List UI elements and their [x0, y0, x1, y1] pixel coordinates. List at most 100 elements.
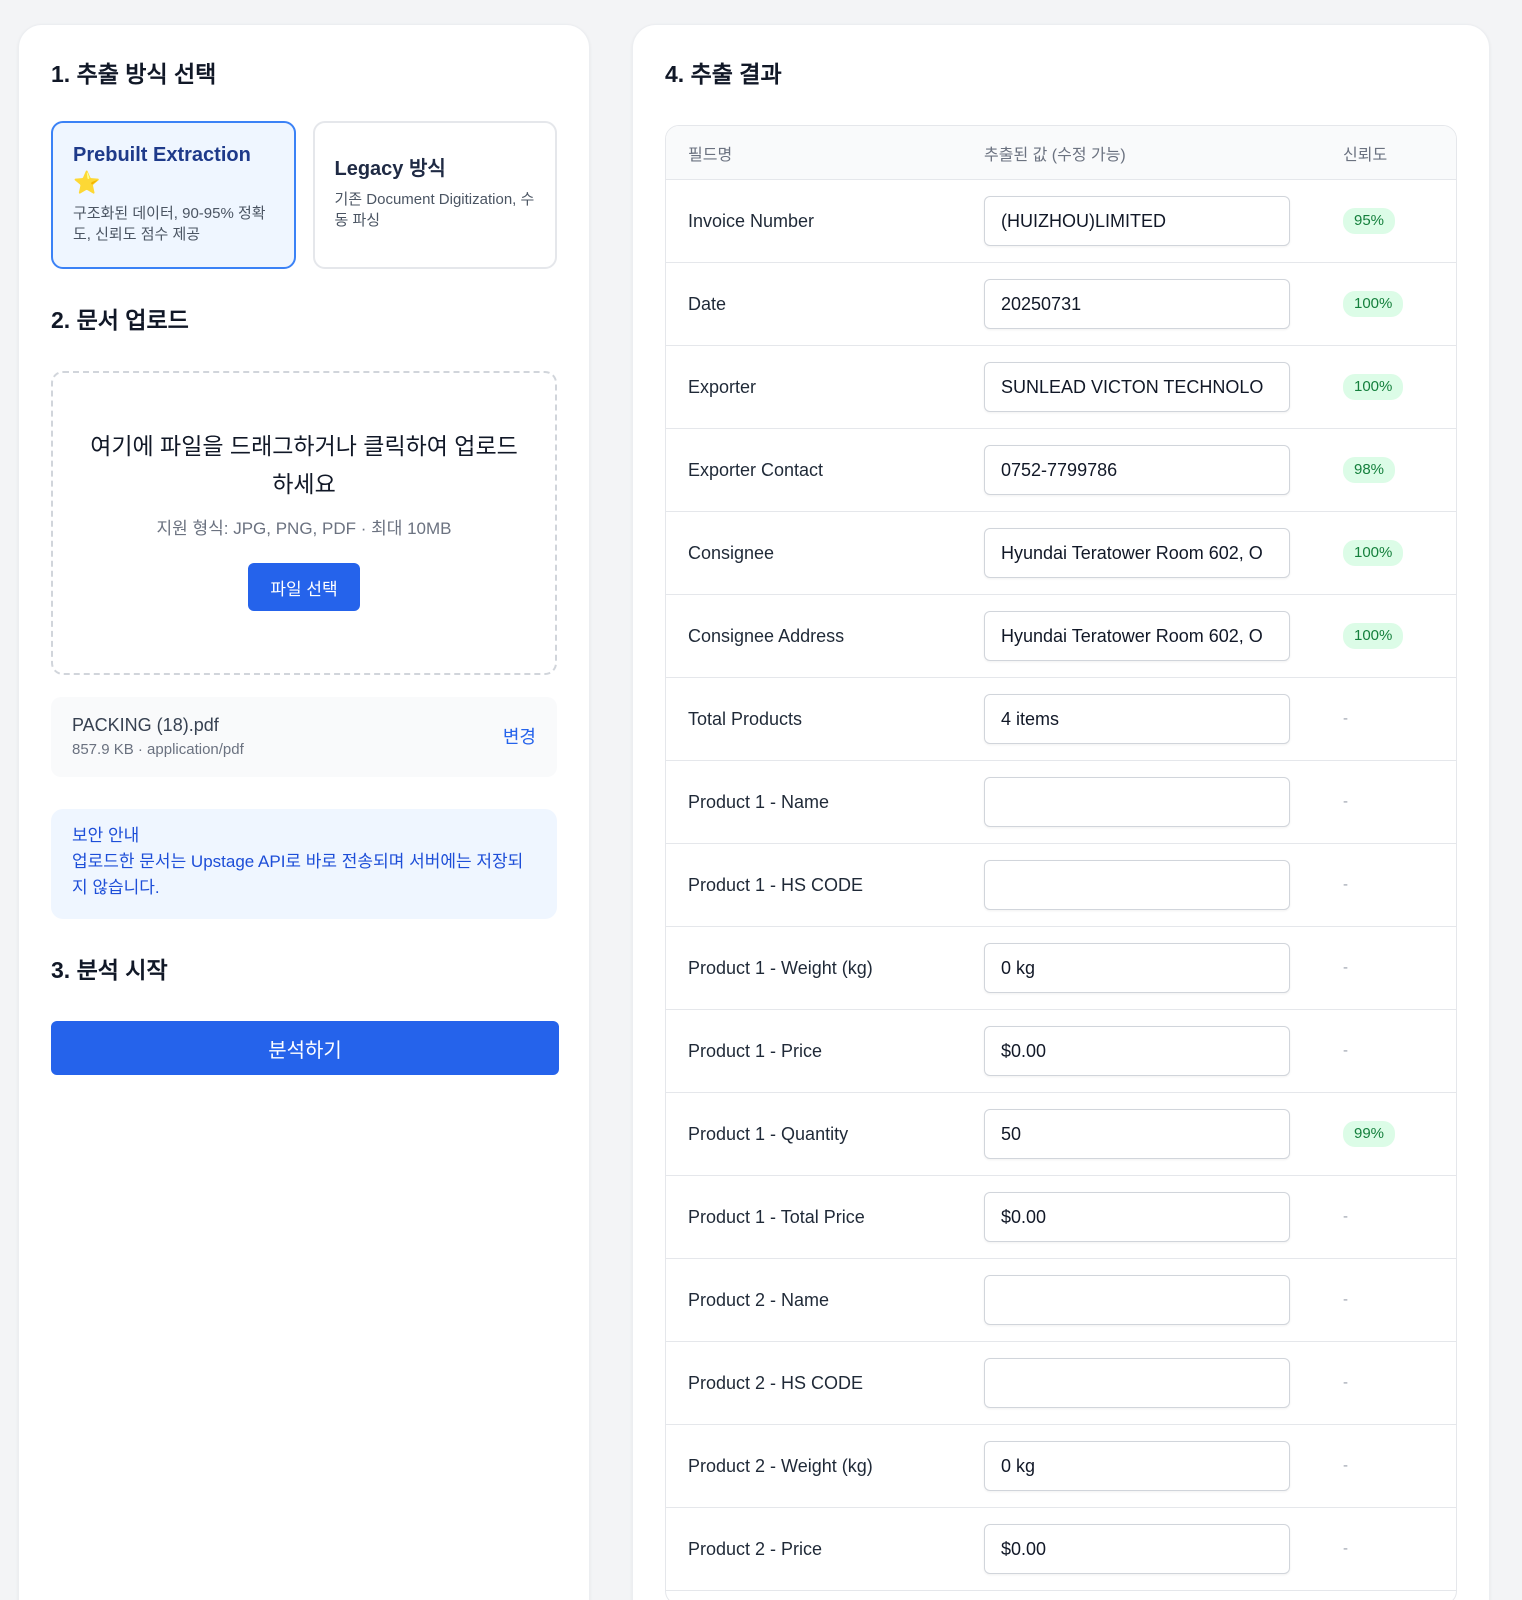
field-name: Date: [688, 293, 727, 314]
table-row: Product 2 - HS CODE -: [666, 1342, 1456, 1425]
confidence-cell: -: [1333, 1540, 1456, 1558]
field-name: Exporter: [688, 376, 757, 397]
field-value-input[interactable]: [984, 1275, 1290, 1325]
field-value-input[interactable]: [984, 1192, 1290, 1242]
table-row: Product 2 - Weight (kg) -: [666, 1425, 1456, 1508]
file-meta: 857.9 KB · application/pdf: [72, 741, 244, 758]
confidence-badge: 95%: [1343, 208, 1396, 234]
confidence-badge: 99%: [1343, 1121, 1396, 1147]
confidence-cell: -: [1333, 876, 1456, 894]
security-notice: 보안 안내 업로드한 문서는 Upstage API로 바로 전송되며 서버에는…: [51, 809, 557, 919]
confidence-cell: 99%: [1333, 1121, 1456, 1147]
file-select-button[interactable]: 파일 선택: [248, 563, 360, 611]
field-value-input[interactable]: [984, 279, 1290, 329]
section4-title: 4. 추출 결과: [665, 61, 782, 87]
field-name: Product 2 - Name: [688, 1289, 830, 1310]
confidence-badge: 100%: [1343, 374, 1404, 400]
field-name: Total Products: [688, 708, 803, 729]
field-value-input[interactable]: [984, 196, 1290, 246]
field-value-cell: [984, 445, 1333, 495]
section2-title: 2. 문서 업로드: [51, 307, 189, 333]
method-desc-prebuilt: 구조화된 데이터, 90-95% 정확도, 신뢰도 점수 제공: [73, 205, 266, 243]
table-row: Consignee Address 100%: [666, 595, 1456, 678]
field-value-cell: [984, 1358, 1333, 1408]
field-name: Product 1 - HS CODE: [688, 874, 864, 895]
field-value-input[interactable]: [984, 1026, 1290, 1076]
confidence-empty: -: [1343, 710, 1348, 727]
security-notice-body: 업로드한 문서는 Upstage API로 바로 전송되며 서버에는 저장되지 …: [72, 852, 524, 897]
confidence-cell: 100%: [1333, 291, 1456, 317]
table-row: Product 1 - Total Price -: [666, 1176, 1456, 1259]
table-row: Exporter Contact 98%: [666, 429, 1456, 512]
field-name: Product 1 - Name: [688, 791, 830, 812]
extraction-settings-panel: 1. 추출 방식 선택 Prebuilt Extraction ⭐ 구조화된 데…: [18, 24, 590, 1600]
table-row: Product 1 - Price -: [666, 1010, 1456, 1093]
confidence-cell: -: [1333, 793, 1456, 811]
field-name: Product 1 - Quantity: [688, 1123, 849, 1144]
field-name: Exporter Contact: [688, 459, 824, 480]
confidence-cell: 100%: [1333, 374, 1456, 400]
confidence-empty: -: [1343, 1540, 1348, 1557]
field-value-cell: [984, 279, 1333, 329]
confidence-cell: -: [1333, 1374, 1456, 1392]
selected-file-card: PACKING (18).pdf 857.9 KB · application/…: [51, 697, 557, 777]
file-name: PACKING (18).pdf: [72, 715, 219, 735]
field-value-input[interactable]: [984, 1524, 1290, 1574]
table-row: Product 1 - Name -: [666, 761, 1456, 844]
field-value-input[interactable]: [984, 943, 1290, 993]
field-value-cell: [984, 1441, 1333, 1491]
confidence-empty: -: [1343, 793, 1348, 810]
table-row: Total Products -: [666, 678, 1456, 761]
section1-title: 1. 추출 방식 선택: [51, 61, 217, 87]
method-title-prebuilt: Prebuilt Extraction: [73, 144, 251, 166]
upload-format-hint: 지원 형식: JPG, PNG, PDF · 최대 10MB: [156, 519, 452, 538]
field-name: Product 1 - Weight (kg): [688, 957, 873, 978]
method-card-legacy[interactable]: Legacy 방식 기존 Document Digitization, 수동 파…: [312, 121, 557, 269]
field-name: Invoice Number: [688, 210, 815, 231]
table-row: Date 100%: [666, 263, 1456, 346]
star-icon: ⭐: [73, 170, 101, 195]
field-value-input[interactable]: [984, 694, 1290, 744]
table-row: Invoice Number 95%: [666, 180, 1456, 263]
field-value-input[interactable]: [984, 1441, 1290, 1491]
field-value-input[interactable]: [984, 1358, 1290, 1408]
field-value-cell: [984, 196, 1333, 246]
field-value-input[interactable]: [984, 860, 1290, 910]
confidence-empty: -: [1343, 959, 1348, 976]
confidence-cell: -: [1333, 1042, 1456, 1060]
upload-instructions: 여기에 파일을 드래그하거나 클릭하여 업로드하세요: [90, 433, 518, 497]
field-value-input[interactable]: [984, 445, 1290, 495]
field-name: Product 2 - HS CODE: [688, 1372, 864, 1393]
method-card-prebuilt[interactable]: Prebuilt Extraction ⭐ 구조화된 데이터, 90-95% 정…: [51, 121, 296, 269]
confidence-badge: 100%: [1343, 540, 1404, 566]
table-row: Product 2 - Name -: [666, 1259, 1456, 1342]
confidence-empty: -: [1343, 1208, 1348, 1225]
field-value-cell: [984, 1192, 1333, 1242]
field-value-input[interactable]: [984, 777, 1290, 827]
file-drop-zone[interactable]: 여기에 파일을 드래그하거나 클릭하여 업로드하세요 지원 형식: JPG, P…: [51, 371, 557, 675]
field-value-input[interactable]: [984, 1109, 1290, 1159]
table-header: 필드명 추출된 값 (수정 가능) 신뢰도: [666, 126, 1456, 180]
field-value-cell: [984, 1524, 1333, 1574]
header-field: 필드명: [688, 146, 733, 164]
confidence-cell: -: [1333, 710, 1456, 728]
analyze-button[interactable]: 분석하기: [51, 1021, 559, 1075]
field-value-cell: [984, 943, 1333, 993]
confidence-cell: 98%: [1333, 457, 1456, 483]
confidence-cell: 95%: [1333, 208, 1456, 234]
field-value-cell: [984, 611, 1333, 661]
table-row: Product 2 - Price -: [666, 1508, 1456, 1591]
field-name: Consignee: [688, 542, 775, 563]
confidence-cell: -: [1333, 1291, 1456, 1309]
method-desc-legacy: 기존 Document Digitization, 수동 파싱: [334, 191, 535, 229]
change-file-link[interactable]: 변경: [503, 723, 536, 749]
field-value-input[interactable]: [984, 611, 1290, 661]
field-value-cell: [984, 1026, 1333, 1076]
field-value-cell: [984, 362, 1333, 412]
field-value-input[interactable]: [984, 528, 1290, 578]
confidence-empty: -: [1343, 1291, 1348, 1308]
field-value-cell: [984, 1109, 1333, 1159]
field-value-input[interactable]: [984, 362, 1290, 412]
confidence-cell: 100%: [1333, 540, 1456, 566]
extraction-results-panel: 4. 추출 결과 필드명 추출된 값 (수정 가능) 신뢰도 Invoice N…: [632, 24, 1490, 1600]
